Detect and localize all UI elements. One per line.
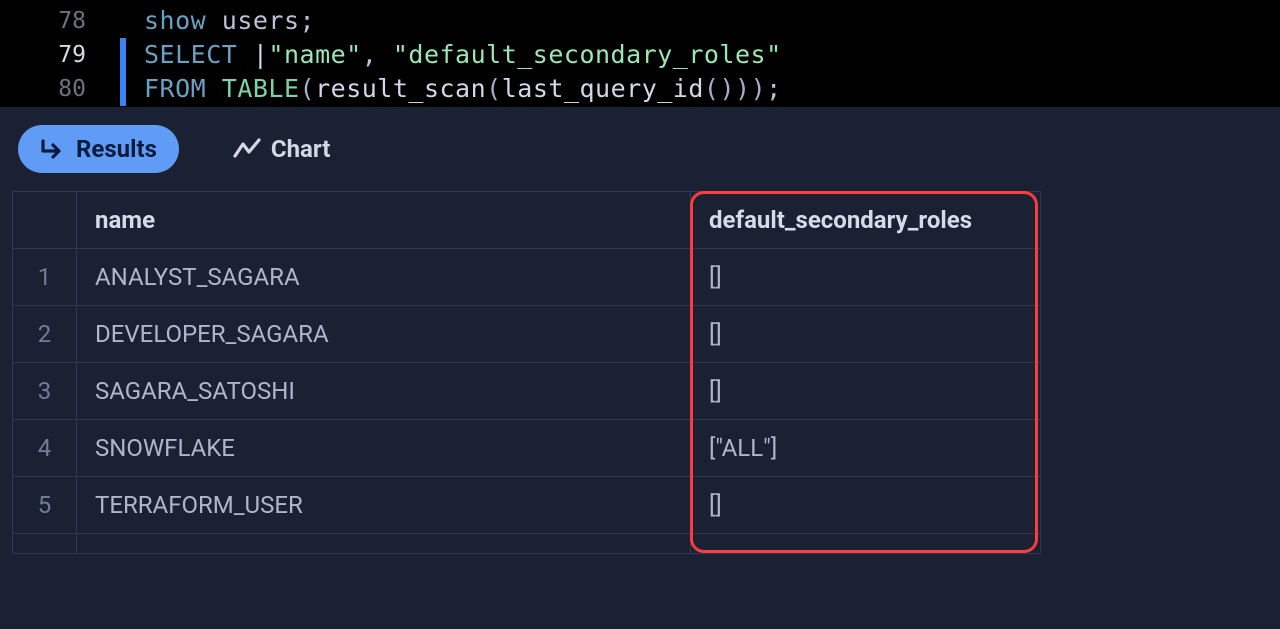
cell-roles[interactable]: [] [691,363,1041,420]
sql-keyword: SELECT [144,40,253,69]
row-number: 1 [13,249,77,306]
cell-name[interactable]: SNOWFLAKE [77,420,691,477]
results-panel: Results Chart name default_secondary [0,106,1280,629]
cell-roles[interactable]: [] [691,477,1041,534]
sql-string: "name" [268,40,361,69]
code-content[interactable]: SELECT |"name", "default_secondary_roles… [126,38,782,72]
column-header-name[interactable]: name [77,192,691,249]
sql-paren: ( [300,74,316,103]
line-number: 79 [0,38,120,72]
tab-label: Results [76,135,157,163]
row-number: 4 [13,420,77,477]
sql-editor[interactable]: 78 show users; 79 SELECT |"name", "defau… [0,0,1280,106]
text-cursor: | [253,40,269,69]
cell-name[interactable]: DEVELOPER_SAGARA [77,306,691,363]
result-tabs: Results Chart [0,107,1280,191]
sql-text: , [362,40,393,69]
table-row-empty [13,534,1041,554]
results-grid-wrap: name default_secondary_roles 1 ANALYST_S… [0,191,1280,554]
cell-roles[interactable]: [] [691,249,1041,306]
sql-keyword: FROM [144,74,222,103]
line-number: 80 [0,72,120,106]
cell-name[interactable]: SAGARA_SATOSHI [77,363,691,420]
table-row[interactable]: 1 ANALYST_SAGARA [] [13,249,1041,306]
cell-roles [691,534,1041,554]
editor-line[interactable]: 80 FROM TABLE(result_scan(last_query_id(… [0,72,1280,106]
tab-label: Chart [271,135,330,163]
sql-keyword: show [144,6,206,35]
sql-type: TABLE [222,74,300,103]
table-row[interactable]: 4 SNOWFLAKE ["ALL"] [13,420,1041,477]
cell-name[interactable]: ANALYST_SAGARA [77,249,691,306]
sql-text: users; [206,6,315,35]
sql-paren: ) [719,74,735,103]
cell-name[interactable]: TERRAFORM_USER [77,477,691,534]
chart-line-icon [233,138,261,160]
table-row[interactable]: 5 TERRAFORM_USER [] [13,477,1041,534]
code-content[interactable]: show users; [126,4,315,38]
column-header-roles[interactable]: default_secondary_roles [691,192,1041,249]
sql-paren: ) [751,74,767,103]
tab-results[interactable]: Results [18,125,179,173]
line-number: 78 [0,4,120,38]
cell-name [77,534,691,554]
row-number: 3 [13,363,77,420]
code-content[interactable]: FROM TABLE(result_scan(last_query_id()))… [126,72,782,106]
table-header-row: name default_secondary_roles [13,192,1041,249]
cell-roles[interactable]: ["ALL"] [691,420,1041,477]
row-number-header [13,192,77,249]
sql-function: last_query_id [502,74,704,103]
row-number [13,534,77,554]
table-row[interactable]: 2 DEVELOPER_SAGARA [] [13,306,1041,363]
sql-paren: ( [486,74,502,103]
sql-function: result_scan [315,74,486,103]
sql-text: ; [766,74,782,103]
sql-paren: ( [704,74,720,103]
results-table[interactable]: name default_secondary_roles 1 ANALYST_S… [12,191,1041,554]
editor-line[interactable]: 79 SELECT |"name", "default_secondary_ro… [0,38,1280,72]
row-number: 2 [13,306,77,363]
table-row[interactable]: 3 SAGARA_SATOSHI [] [13,363,1041,420]
editor-line[interactable]: 78 show users; [0,4,1280,38]
sql-string: "default_secondary_roles" [393,40,782,69]
return-arrow-icon [40,138,66,160]
sql-paren: ) [735,74,751,103]
tab-chart[interactable]: Chart [211,125,352,173]
row-number: 5 [13,477,77,534]
cell-roles[interactable]: [] [691,306,1041,363]
